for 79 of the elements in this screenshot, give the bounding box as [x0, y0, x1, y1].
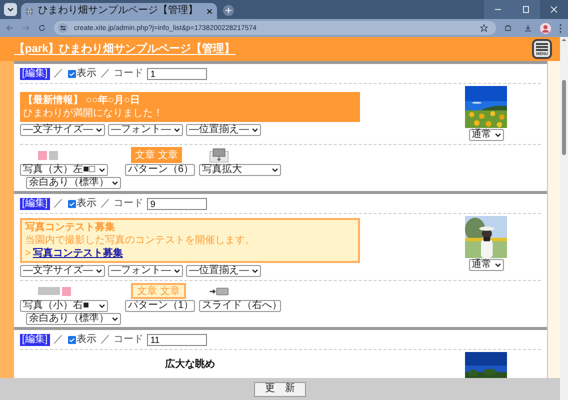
- page-title: 【park】ひまわり畑サンプルページ【管理】: [14, 42, 236, 57]
- separator: ／: [54, 69, 64, 79]
- color-swatch[interactable]: [38, 150, 47, 160]
- code-field[interactable]: 1: [147, 68, 208, 80]
- checkbox-label: 表示: [76, 199, 97, 209]
- reload-icon[interactable]: [38, 24, 46, 32]
- code-field[interactable]: 9: [147, 198, 208, 210]
- star-icon[interactable]: [480, 24, 488, 32]
- message-heading: 広大な眺め: [165, 358, 215, 371]
- edit-link[interactable]: [編集]: [20, 68, 50, 80]
- dropdown[interactable]: 通常: [468, 259, 504, 271]
- message-heading: 写真コンテスト募集: [25, 221, 116, 234]
- caret-icon: [112, 317, 118, 321]
- dropdown[interactable]: パターン（6）: [125, 164, 195, 176]
- separator: ／: [54, 335, 64, 345]
- dropdown[interactable]: 写真拡大: [199, 164, 281, 176]
- caret-icon: [494, 133, 500, 137]
- profile-avatar-icon[interactable]: [540, 22, 551, 34]
- check-icon: [68, 201, 75, 207]
- dropdown[interactable]: 余白あり（標準）: [26, 177, 121, 189]
- caret-icon: [174, 269, 180, 273]
- caret-icon: [252, 269, 258, 273]
- dropdown[interactable]: 写真（大）左■□: [20, 164, 108, 176]
- color-swatch[interactable]: [49, 150, 58, 160]
- caret-icon: [99, 304, 105, 308]
- dropdown[interactable]: ―位置揃え―: [186, 124, 261, 136]
- dropdown[interactable]: ―フォント―: [108, 124, 183, 136]
- dropdown[interactable]: スライド（右へ）: [199, 300, 281, 312]
- code-label: ／ コード: [100, 335, 144, 345]
- dropdown[interactable]: 余白あり（標準）: [26, 313, 121, 325]
- link-arrow: >: [25, 247, 31, 260]
- caret-icon: [112, 181, 118, 185]
- caret-icon: [252, 128, 258, 132]
- tab-search-icon[interactable]: [4, 3, 17, 16]
- caret-icon: [96, 128, 102, 132]
- dropdown[interactable]: ―位置揃え―: [186, 265, 261, 277]
- new-tab-icon[interactable]: [223, 5, 234, 16]
- close-icon[interactable]: [206, 8, 213, 14]
- code-field[interactable]: 11: [147, 334, 208, 346]
- extensions-icon[interactable]: [504, 24, 512, 32]
- browser-tab[interactable]: ひまわり畑サンプルページ【管理】: [21, 3, 217, 19]
- caret-icon: [174, 128, 180, 132]
- more-icon[interactable]: [559, 24, 562, 32]
- scrollbar-thumb[interactable]: [562, 80, 566, 155]
- checkbox-label: 表示: [76, 335, 97, 345]
- separator: ／: [54, 199, 64, 209]
- dropdown[interactable]: 写真（小）右■: [20, 300, 108, 312]
- dropdown[interactable]: ―フォント―: [108, 265, 183, 277]
- maximize-icon[interactable]: [512, 0, 540, 19]
- message-heading: 【最新情報】 ○○年○月○日: [23, 94, 141, 107]
- check-icon: [68, 337, 75, 343]
- edit-link[interactable]: [編集]: [20, 198, 50, 210]
- checkbox-label: 表示: [76, 69, 97, 79]
- tab-title: ひまわり畑サンプルページ【管理】: [38, 6, 199, 16]
- code-label: ／ コード: [100, 199, 144, 209]
- site-info-icon[interactable]: [58, 23, 68, 33]
- message-link[interactable]: 写真コンテスト募集: [32, 247, 123, 260]
- visible-checkbox[interactable]: [68, 200, 76, 208]
- code-label: ／ コード: [100, 69, 144, 79]
- dropdown[interactable]: ―文字サイズ―: [20, 265, 105, 277]
- dropdown[interactable]: パターン（1）: [125, 300, 195, 312]
- message-text: 当園内で撮影した写真のコンテストを開催します。: [25, 234, 256, 247]
- visible-checkbox[interactable]: [68, 70, 76, 78]
- caret-icon: [494, 263, 500, 267]
- caret-icon: [272, 168, 278, 172]
- dropdown[interactable]: ―文字サイズ―: [20, 124, 105, 136]
- color-swatch[interactable]: [62, 286, 71, 296]
- update-button[interactable]: 更 新: [254, 382, 306, 396]
- message-text: ひまわりが満開になりました！: [23, 107, 164, 120]
- visible-checkbox[interactable]: [68, 336, 76, 344]
- download-icon[interactable]: [524, 24, 532, 32]
- enlarge-effect-icon: [209, 148, 229, 162]
- caret-icon: [99, 168, 105, 172]
- globe-icon: [25, 6, 34, 16]
- caret-icon: [96, 269, 102, 273]
- color-swatch[interactable]: [38, 287, 60, 295]
- check-icon: [68, 71, 75, 77]
- edit-link[interactable]: [編集]: [20, 334, 50, 346]
- dropdown[interactable]: 通常: [468, 129, 504, 141]
